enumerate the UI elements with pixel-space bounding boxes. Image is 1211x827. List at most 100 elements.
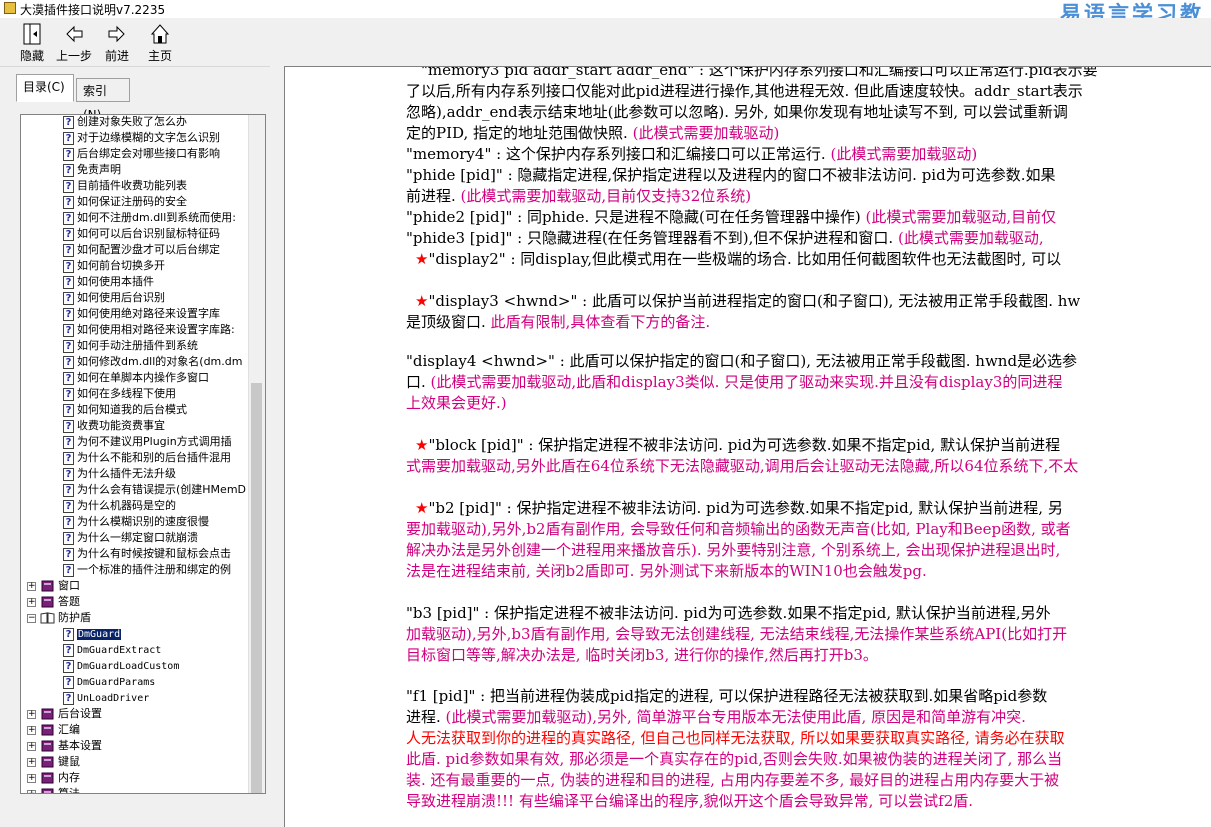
tree-topic-item[interactable]: ? DmGuard xyxy=(63,626,122,642)
tree-topic-label: 为什么有时候按键和鼠标会点击 xyxy=(77,547,231,560)
tree-group-item[interactable]: 防护盾 xyxy=(40,610,91,626)
tree-topic-item[interactable]: ? DmGuardParams xyxy=(63,674,155,690)
tree-group-label: 后台设置 xyxy=(58,707,102,720)
tree-topic-item[interactable]: ? 如何修改dm.dll的对象名(dm.dm xyxy=(63,354,242,370)
help-topic-icon: ? xyxy=(63,307,74,321)
tree-topic-label: 为什么会有错误提示(创建HMemD xyxy=(77,483,247,496)
tab-contents[interactable]: 目录(C) xyxy=(16,74,74,102)
tree-topic-item[interactable]: ? 目前插件收费功能列表 xyxy=(63,178,187,194)
tree-group-item[interactable]: 窗口 xyxy=(40,578,80,594)
tree-group-item[interactable]: 答题 xyxy=(40,594,80,610)
tree-group-item[interactable]: 键鼠 xyxy=(40,754,80,770)
tree-topic-label: 为什么模糊识别的速度很慢 xyxy=(77,515,209,528)
tree-topic-item[interactable]: ? 创建对象失败了怎么办 xyxy=(63,115,187,130)
tree-topic-item[interactable]: ? DmGuardExtract xyxy=(63,642,161,658)
open-book-icon xyxy=(40,611,58,624)
content-line: 忽略),addr_end表示结束地址(此参数可以忽略). 另外, 如果你发现有地… xyxy=(406,103,1068,121)
tree-topic-item[interactable]: ? 如何保证注册码的安全 xyxy=(63,194,187,210)
tree-topic-item[interactable]: ? 为什么机器码是空的 xyxy=(63,498,176,514)
scrollbar-thumb[interactable] xyxy=(251,383,262,793)
tree-topic-item[interactable]: ? 为什么模糊识别的速度很慢 xyxy=(63,514,209,530)
tree-topic-item[interactable]: ? 为什么不能和别的后台插件混用 xyxy=(63,450,231,466)
tree-topic-item[interactable]: ? 如何在单脚本内操作多窗口 xyxy=(63,370,209,386)
tree-topic-item[interactable]: ? DmGuardLoadCustom xyxy=(63,658,179,674)
tree-group-label: 键鼠 xyxy=(58,755,80,768)
help-topic-icon: ? xyxy=(63,643,74,657)
tree-topic-item[interactable]: ? 后台绑定会对哪些接口有影响 xyxy=(63,146,220,162)
tree-topic-item[interactable]: ? 为什么会有错误提示(创建HMemD xyxy=(63,482,246,498)
tree-topic-label: 如何使用相对路径来设置字库路: xyxy=(77,323,235,336)
tree-topic-item[interactable]: ? 如何可以后台识别鼠标特征码 xyxy=(63,226,220,242)
tree-group-label: 算法 xyxy=(58,787,80,794)
tree-topic-label: 免责声明 xyxy=(77,163,121,176)
collapse-icon[interactable]: − xyxy=(27,614,36,623)
forward-button[interactable]: 前进 xyxy=(102,22,132,64)
tree-topic-item[interactable]: ? 如何配置沙盘才可以后台绑定 xyxy=(63,242,220,258)
tree-group-label: 答题 xyxy=(58,595,80,608)
tree-topic-label: 为什么机器码是空的 xyxy=(77,499,176,512)
tree-topic-item[interactable]: ? 对于边缘模糊的文字怎么识别 xyxy=(63,130,220,146)
tree-topic-item[interactable]: ? 为什么插件无法升级 xyxy=(63,466,176,482)
tree-topic-item[interactable]: ? 收费功能资费事宜 xyxy=(63,418,165,434)
help-topic-icon: ? xyxy=(63,659,74,673)
tree-topic-label: 如何修改dm.dll的对象名(dm.dm xyxy=(77,355,243,368)
expand-icon[interactable]: + xyxy=(27,774,36,783)
tree-topic-item[interactable]: ? 如何使用相对路径来设置字库路: xyxy=(63,322,235,338)
content-line: 前进程. (此模式需要加载驱动,目前仅支持32位系统) xyxy=(406,187,752,205)
help-topic-icon: ? xyxy=(63,131,74,145)
home-label: 主页 xyxy=(147,49,172,63)
content-line: 加载驱动),另外,b3盾有副作用, 会导致无法创建线程, 无法结束线程,无法操作… xyxy=(406,625,1068,643)
tree-scrollbar[interactable] xyxy=(248,115,265,793)
content-line: "f1 [pid]" : 把当前进程伪装成pid指定的进程, 可以保护进程路径无… xyxy=(406,687,1048,705)
nav-tabs: 目录(C) 索引(N) xyxy=(14,74,270,122)
pane-splitter[interactable] xyxy=(270,66,284,827)
content-line: 是顶级窗口. 此盾有限制,具体查看下方的备注. xyxy=(406,313,711,331)
tree-topic-label: 对于边缘模糊的文字怎么识别 xyxy=(77,131,220,144)
tree-topic-item[interactable]: ? 如何使用绝对路径来设置字库 xyxy=(63,306,220,322)
tree-topic-item[interactable]: ? 为何不建议用Plugin方式调用插 xyxy=(63,434,232,450)
tree-group-item[interactable]: 算法 xyxy=(40,786,80,794)
expand-icon[interactable]: + xyxy=(27,790,36,793)
expand-icon[interactable]: + xyxy=(27,598,36,607)
tab-index[interactable]: 索引(N) xyxy=(76,78,130,122)
tree-topic-item[interactable]: ? UnLoadDriver xyxy=(63,690,149,706)
window-title: 大漠插件接口说明v7.2235 xyxy=(20,3,166,17)
tree-topic-item[interactable]: ? 如何使用本插件 xyxy=(63,274,154,290)
back-button[interactable]: 上一步 xyxy=(56,22,92,64)
expand-icon[interactable]: + xyxy=(27,742,36,751)
tree-topic-item[interactable]: ? 如何前台切换多开 xyxy=(63,258,165,274)
content-line: "phide [pid]" : 隐藏指定进程,保护指定进程以及进程内的窗口不被非… xyxy=(406,166,1056,184)
book-icon xyxy=(40,787,58,793)
tree-topic-item[interactable]: ? 为什么一绑定窗口就崩溃 xyxy=(63,530,198,546)
tree-group-item[interactable]: 内存 xyxy=(40,770,80,786)
expand-icon[interactable]: + xyxy=(27,710,36,719)
tree-topic-item[interactable]: ? 如何手动注册插件到系统 xyxy=(63,338,198,354)
content-line: 口. (此模式需要加载驱动,此盾和display3类似. 只是使用了驱动来实现.… xyxy=(406,373,1063,391)
tree-topic-item[interactable]: ? 免责声明 xyxy=(63,162,121,178)
tree-topic-label: 如何使用本插件 xyxy=(77,275,154,288)
star-icon: ★ xyxy=(415,499,429,517)
tree-group-item[interactable]: 后台设置 xyxy=(40,706,102,722)
content-line: 式需要加载驱动,另外此盾在64位系统下无法隐藏驱动,调用后会让驱动无法隐藏,所以… xyxy=(406,457,1079,475)
tree-topic-item[interactable]: ? 如何知道我的后台模式 xyxy=(63,402,187,418)
hide-button[interactable]: 隐藏 xyxy=(18,22,46,64)
help-topic-icon: ? xyxy=(63,419,74,433)
help-topic-icon: ? xyxy=(63,691,74,705)
home-button[interactable]: 主页 xyxy=(146,22,174,64)
tree-topic-item[interactable]: ? 为什么有时候按键和鼠标会点击 xyxy=(63,546,231,562)
tree-topic-item[interactable]: ? 如何在多线程下使用 xyxy=(63,386,176,402)
expand-icon[interactable]: + xyxy=(27,726,36,735)
book-icon xyxy=(40,595,58,608)
book-icon xyxy=(40,739,58,752)
tree-group-label: 防护盾 xyxy=(58,611,91,624)
tree-topic-item[interactable]: ? 如何使用后台识别 xyxy=(63,290,165,306)
tree-group-item[interactable]: 汇编 xyxy=(40,722,80,738)
expand-icon[interactable]: + xyxy=(27,758,36,767)
tree-group-item[interactable]: 基本设置 xyxy=(40,738,102,754)
content-line: "display4 <hwnd>" : 此盾可以保护指定的窗口(和子窗口), 无… xyxy=(406,352,1078,370)
tree-topic-item[interactable]: ? 如何不注册dm.dll到系统而使用: xyxy=(63,210,236,226)
tree-topic-label: 如何不注册dm.dll到系统而使用: xyxy=(77,211,236,224)
tree-topic-item[interactable]: ? 一个标准的插件注册和绑定的例 xyxy=(63,562,231,578)
tree-topic-label: 收费功能资费事宜 xyxy=(77,419,165,432)
expand-icon[interactable]: + xyxy=(27,582,36,591)
